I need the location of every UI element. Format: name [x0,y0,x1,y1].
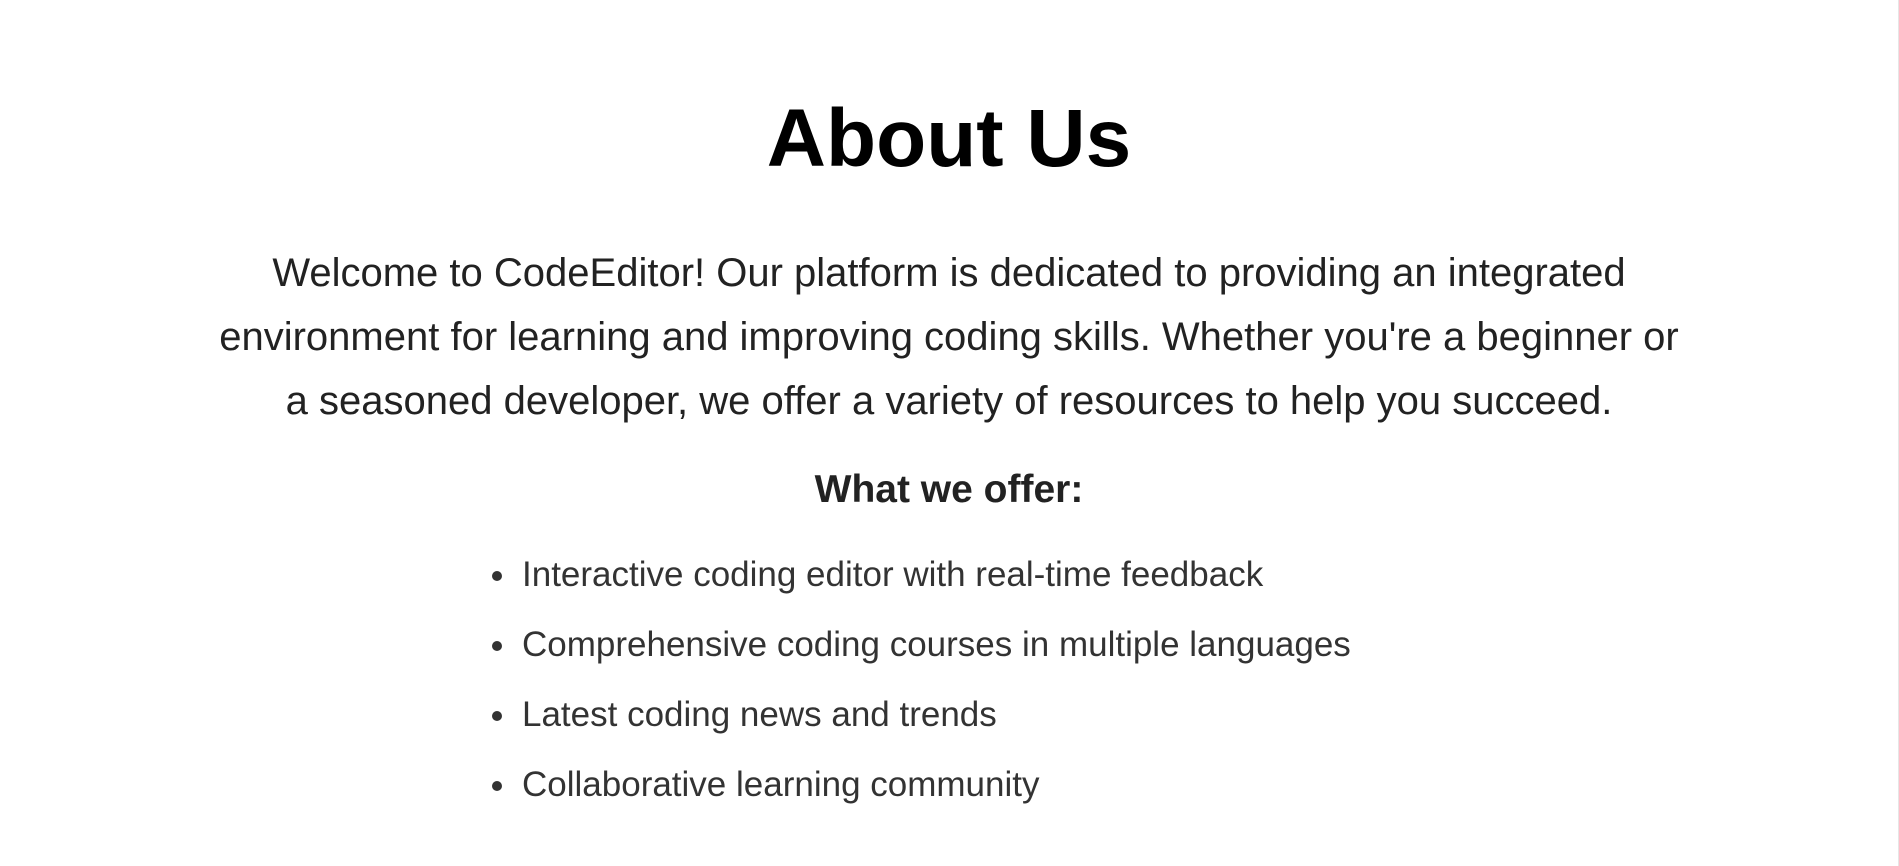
bullet-icon [492,781,502,791]
offer-list: Interactive coding editor with real-time… [486,550,1351,830]
page-title: About Us [766,93,1132,184]
bullet-icon [492,711,502,721]
about-page: About Us Welcome to CodeEditor! Our plat… [0,0,1898,866]
list-item: Latest coding news and trends [486,690,1351,740]
intro-paragraph: Welcome to CodeEditor! Our platform is d… [219,251,1679,423]
list-item: Collaborative learning community [486,760,1351,810]
list-item-label: Collaborative learning community [522,765,1040,804]
bullet-icon [492,641,502,651]
list-item: Comprehensive coding courses in multiple… [486,620,1351,670]
list-item: Interactive coding editor with real-time… [486,550,1351,600]
list-item-label: Interactive coding editor with real-time… [522,555,1264,594]
list-item-label: Comprehensive coding courses in multiple… [522,625,1351,664]
offer-heading: What we offer: [814,468,1084,511]
bullet-icon [492,571,502,581]
list-item-label: Latest coding news and trends [522,695,997,734]
